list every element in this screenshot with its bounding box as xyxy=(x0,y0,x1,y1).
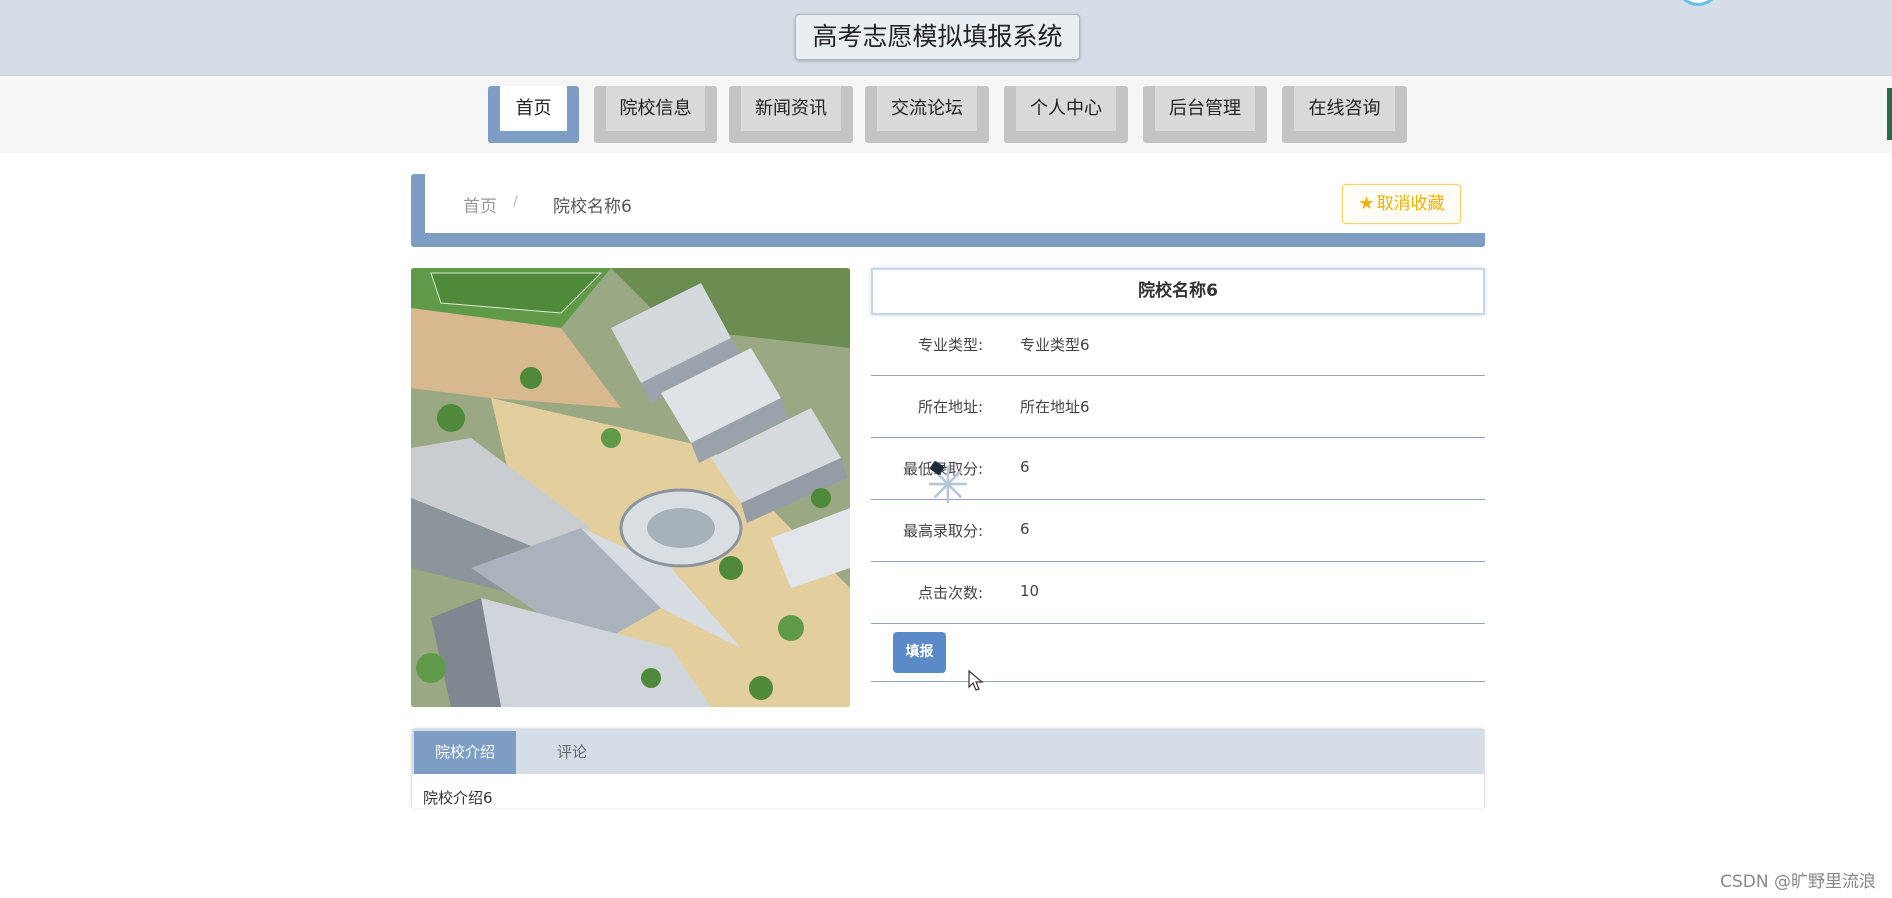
nav-item-home[interactable]: 首页 xyxy=(488,86,579,143)
field-value: 6 xyxy=(1020,458,1030,476)
breadcrumb-separator: / xyxy=(513,194,518,210)
top-header: 高考志愿模拟填报系统 xyxy=(0,0,1892,76)
field-row-major-type: 专业类型: 专业类型6 xyxy=(871,314,1485,376)
tab-school-intro[interactable]: 院校介绍 xyxy=(414,731,516,774)
detail-tabs-panel: 院校介绍 评论 院校介绍6 xyxy=(411,728,1485,808)
field-row-address: 所在地址: 所在地址6 xyxy=(871,376,1485,438)
field-label: 所在地址: xyxy=(917,398,983,416)
nav-item-label: 在线咨询 xyxy=(1294,86,1395,131)
nav-item-label: 首页 xyxy=(500,86,567,131)
school-image xyxy=(411,268,850,707)
nav-item-schools[interactable]: 院校信息 xyxy=(594,86,717,143)
nav-item-profile[interactable]: 个人中心 xyxy=(1004,86,1128,143)
mouse-cursor-icon xyxy=(968,670,984,691)
nav-item-consult[interactable]: 在线咨询 xyxy=(1282,86,1407,143)
side-widget-edge[interactable] xyxy=(1887,88,1892,140)
unfavorite-button[interactable]: ★ 取消收藏 xyxy=(1342,184,1461,224)
field-label: 点击次数: xyxy=(917,584,983,602)
nav-item-news[interactable]: 新闻资讯 xyxy=(729,86,853,143)
site-title: 高考志愿模拟填报系统 xyxy=(795,14,1080,60)
nav-item-forum[interactable]: 交流论坛 xyxy=(865,86,989,143)
field-row-click-count: 点击次数: 10 xyxy=(871,562,1485,624)
watermark: CSDN @旷野里流浪 xyxy=(1720,872,1876,892)
tab-content-intro: 院校介绍6 xyxy=(423,789,493,807)
unfavorite-label: 取消收藏 xyxy=(1376,194,1445,214)
field-label: 最高录取分: xyxy=(902,522,983,540)
breadcrumb-home-link[interactable]: 首页 xyxy=(463,192,497,217)
main-nav: 首页 院校信息 新闻资讯 交流论坛 个人中心 后台管理 在线咨询 xyxy=(0,76,1892,153)
user-avatar[interactable] xyxy=(1676,0,1720,6)
nav-item-label: 院校信息 xyxy=(606,86,705,131)
nav-item-label: 新闻资讯 xyxy=(741,86,841,131)
field-value: 6 xyxy=(1020,520,1030,538)
nav-item-admin[interactable]: 后台管理 xyxy=(1143,86,1267,143)
breadcrumb-current: 院校名称6 xyxy=(553,197,632,217)
field-label: 专业类型: xyxy=(917,336,983,354)
field-value: 10 xyxy=(1020,582,1040,600)
field-value: 所在地址6 xyxy=(1020,398,1090,416)
nav-item-label: 后台管理 xyxy=(1155,86,1255,131)
school-name-header: 院校名称6 xyxy=(871,268,1485,315)
campus-aerial-illustration xyxy=(411,268,850,707)
breadcrumb: 首页 / 院校名称6 ★ 取消收藏 xyxy=(425,174,1485,233)
breadcrumb-panel: 首页 / 院校名称6 ★ 取消收藏 xyxy=(411,174,1485,247)
action-row: 填报 xyxy=(871,626,1485,682)
field-value: 专业类型6 xyxy=(1020,336,1090,354)
nav-item-label: 交流论坛 xyxy=(877,86,977,131)
tab-comments[interactable]: 评论 xyxy=(516,731,628,774)
apply-button[interactable]: 填报 xyxy=(893,632,946,673)
nav-item-label: 个人中心 xyxy=(1016,86,1116,131)
star-icon: ★ xyxy=(1358,193,1375,214)
tab-bar: 院校介绍 评论 xyxy=(412,729,1484,774)
